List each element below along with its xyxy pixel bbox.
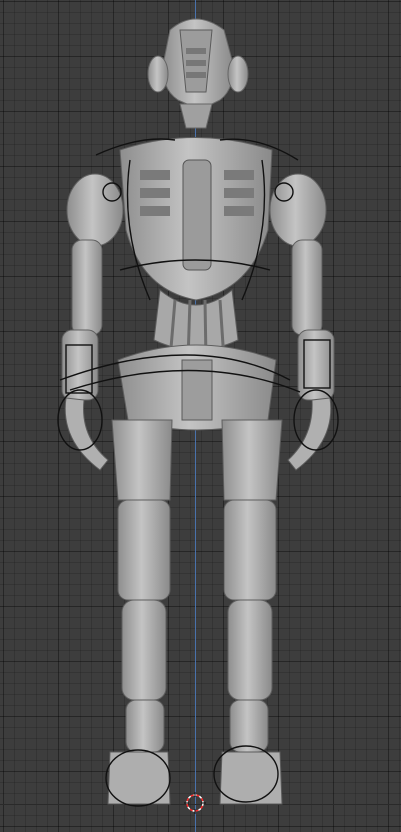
robot-left-leg[interactable]	[107, 419, 173, 805]
robot-torso[interactable]	[119, 137, 273, 361]
robot-model[interactable]	[0, 0, 401, 832]
3d-viewport[interactable]	[0, 0, 401, 832]
robot-head[interactable]	[147, 18, 249, 129]
3d-cursor-icon[interactable]	[184, 792, 206, 814]
